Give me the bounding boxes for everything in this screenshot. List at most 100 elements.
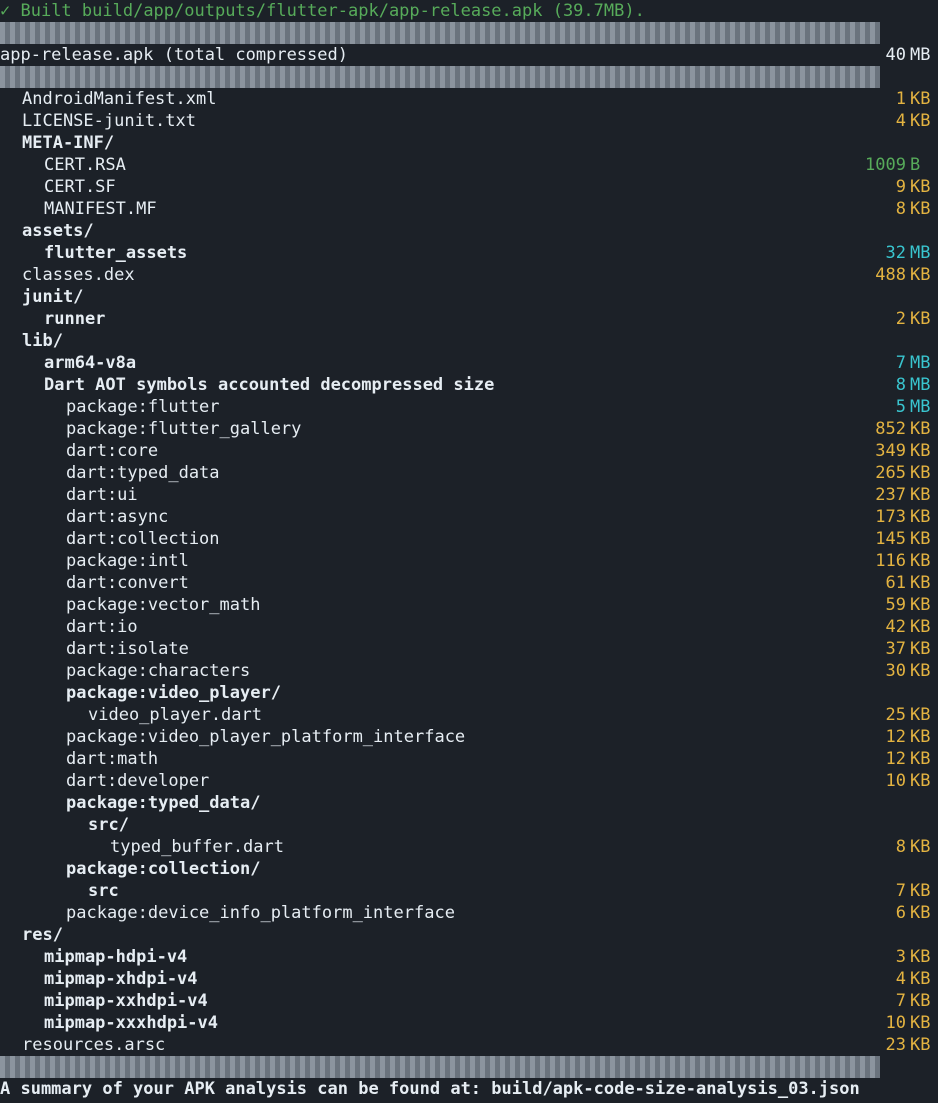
entry-unit: KB [910,748,938,770]
entry-name: video_player.dart [88,704,262,726]
entry-unit: MB [910,396,938,418]
table-row: META-INF/ [0,132,938,154]
entry-name: META-INF/ [22,132,114,154]
entry-size: 7 [860,880,910,902]
table-row: dart:async 173KB [0,506,938,528]
entry-unit: KB [910,946,938,968]
entry-name: dart:typed_data [66,462,220,484]
table-row: dart:isolate37KB [0,638,938,660]
entry-unit: KB [910,968,938,990]
table-row: lib/ [0,330,938,352]
entry-unit: KB [910,176,938,198]
entry-name: mipmap-hdpi-v4 [44,946,187,968]
entry-name: LICENSE-junit.txt [22,110,196,132]
entry-name: dart:collection [66,528,220,550]
entry-name: package:flutter [66,396,220,418]
entry-size: 37 [860,638,910,660]
entry-size: 6 [860,902,910,924]
entry-unit: KB [910,880,938,902]
entry-size: 10 [860,770,910,792]
entry-size: 1 [860,88,910,110]
entry-unit: KB [910,506,938,528]
table-row: dart:io42KB [0,616,938,638]
entry-name: CERT.RSA [44,154,126,176]
entry-size: 42 [860,616,910,638]
entry-name: src/ [88,814,129,836]
entry-size: 59 [860,594,910,616]
entry-name: AndroidManifest.xml [22,88,216,110]
table-row: Dart AOT symbols accounted decompressed … [0,374,938,396]
entry-size: 12 [860,748,910,770]
table-row: src/ [0,814,938,836]
build-output-line: ✓ Built build/app/outputs/flutter-apk/ap… [0,0,938,22]
checkmark-icon: ✓ [0,0,10,22]
entry-size: 8 [860,836,910,858]
table-row: src7KB [0,880,938,902]
entry-size: 3 [860,946,910,968]
entry-name: Dart AOT symbols accounted decompressed … [44,374,494,396]
apk-header-row: app-release.apk (total compressed) 40 MB [0,44,938,66]
table-row: mipmap-hdpi-v4 3KB [0,946,938,968]
entry-name: package:video_player_platform_interface [66,726,465,748]
table-row: classes.dex488KB [0,264,938,286]
built-prefix: Built [10,0,82,22]
divider-bottom [0,1056,880,1078]
entry-unit: KB [910,88,938,110]
entry-size: 12 [860,726,910,748]
table-row: AndroidManifest.xml 1KB [0,88,938,110]
entry-name: dart:math [66,748,158,770]
entry-name: flutter_assets [44,242,187,264]
table-row: package:device_info_platform_interface6K… [0,902,938,924]
entry-size: 2 [860,308,910,330]
built-path: build/app/outputs/flutter-apk/app-releas… [82,0,645,22]
entry-unit: KB [910,836,938,858]
table-row: flutter_assets32MB [0,242,938,264]
table-row: dart:ui237KB [0,484,938,506]
entry-size: 23 [860,1034,910,1056]
table-row: res/ [0,924,938,946]
entry-name: package:flutter_gallery [66,418,301,440]
entry-name: classes.dex [22,264,135,286]
entry-name: mipmap-xxxhdpi-v4 [44,1012,218,1034]
entry-name: dart:core [66,440,158,462]
entry-unit: KB [910,726,938,748]
entry-unit: MB [910,352,938,374]
table-row: CERT.RSA1009B [0,154,938,176]
table-row: junit/ [0,286,938,308]
entry-name: dart:developer [66,770,209,792]
table-row: mipmap-xhdpi-v44KB [0,968,938,990]
entry-unit: KB [910,1034,938,1056]
entry-unit: KB [910,704,938,726]
entry-size: 8 [860,198,910,220]
entry-unit: KB [910,418,938,440]
apk-total-unit: MB [910,44,938,66]
table-row: package:collection/ [0,858,938,880]
table-row: dart:typed_data265KB [0,462,938,484]
entry-unit: B [910,154,938,176]
entry-name: resources.arsc [22,1034,165,1056]
table-row: mipmap-xxhdpi-v47KB [0,990,938,1012]
entry-unit: KB [910,550,938,572]
entry-size: 8 [860,374,910,396]
entry-unit: KB [910,308,938,330]
table-row: package:intl116KB [0,550,938,572]
entry-unit: KB [910,1012,938,1034]
entry-unit: KB [910,594,938,616]
table-row: runner2KB [0,308,938,330]
table-row: assets/ [0,220,938,242]
entry-size: 145 [860,528,910,550]
table-row: package:vector_math59KB [0,594,938,616]
entry-name: dart:convert [66,572,189,594]
entry-size: 7 [860,990,910,1012]
table-row: dart:developer10KB [0,770,938,792]
entry-size: 173 [860,506,910,528]
entry-name: dart:async [66,506,168,528]
table-row: package:characters30KB [0,660,938,682]
table-row: dart:math 12KB [0,748,938,770]
table-row: mipmap-xxxhdpi-v410KB [0,1012,938,1034]
entry-unit: MB [910,374,938,396]
table-row: package:typed_data/ [0,792,938,814]
entry-name: dart:ui [66,484,138,506]
entry-name: package:characters [66,660,250,682]
entry-name: dart:io [66,616,138,638]
